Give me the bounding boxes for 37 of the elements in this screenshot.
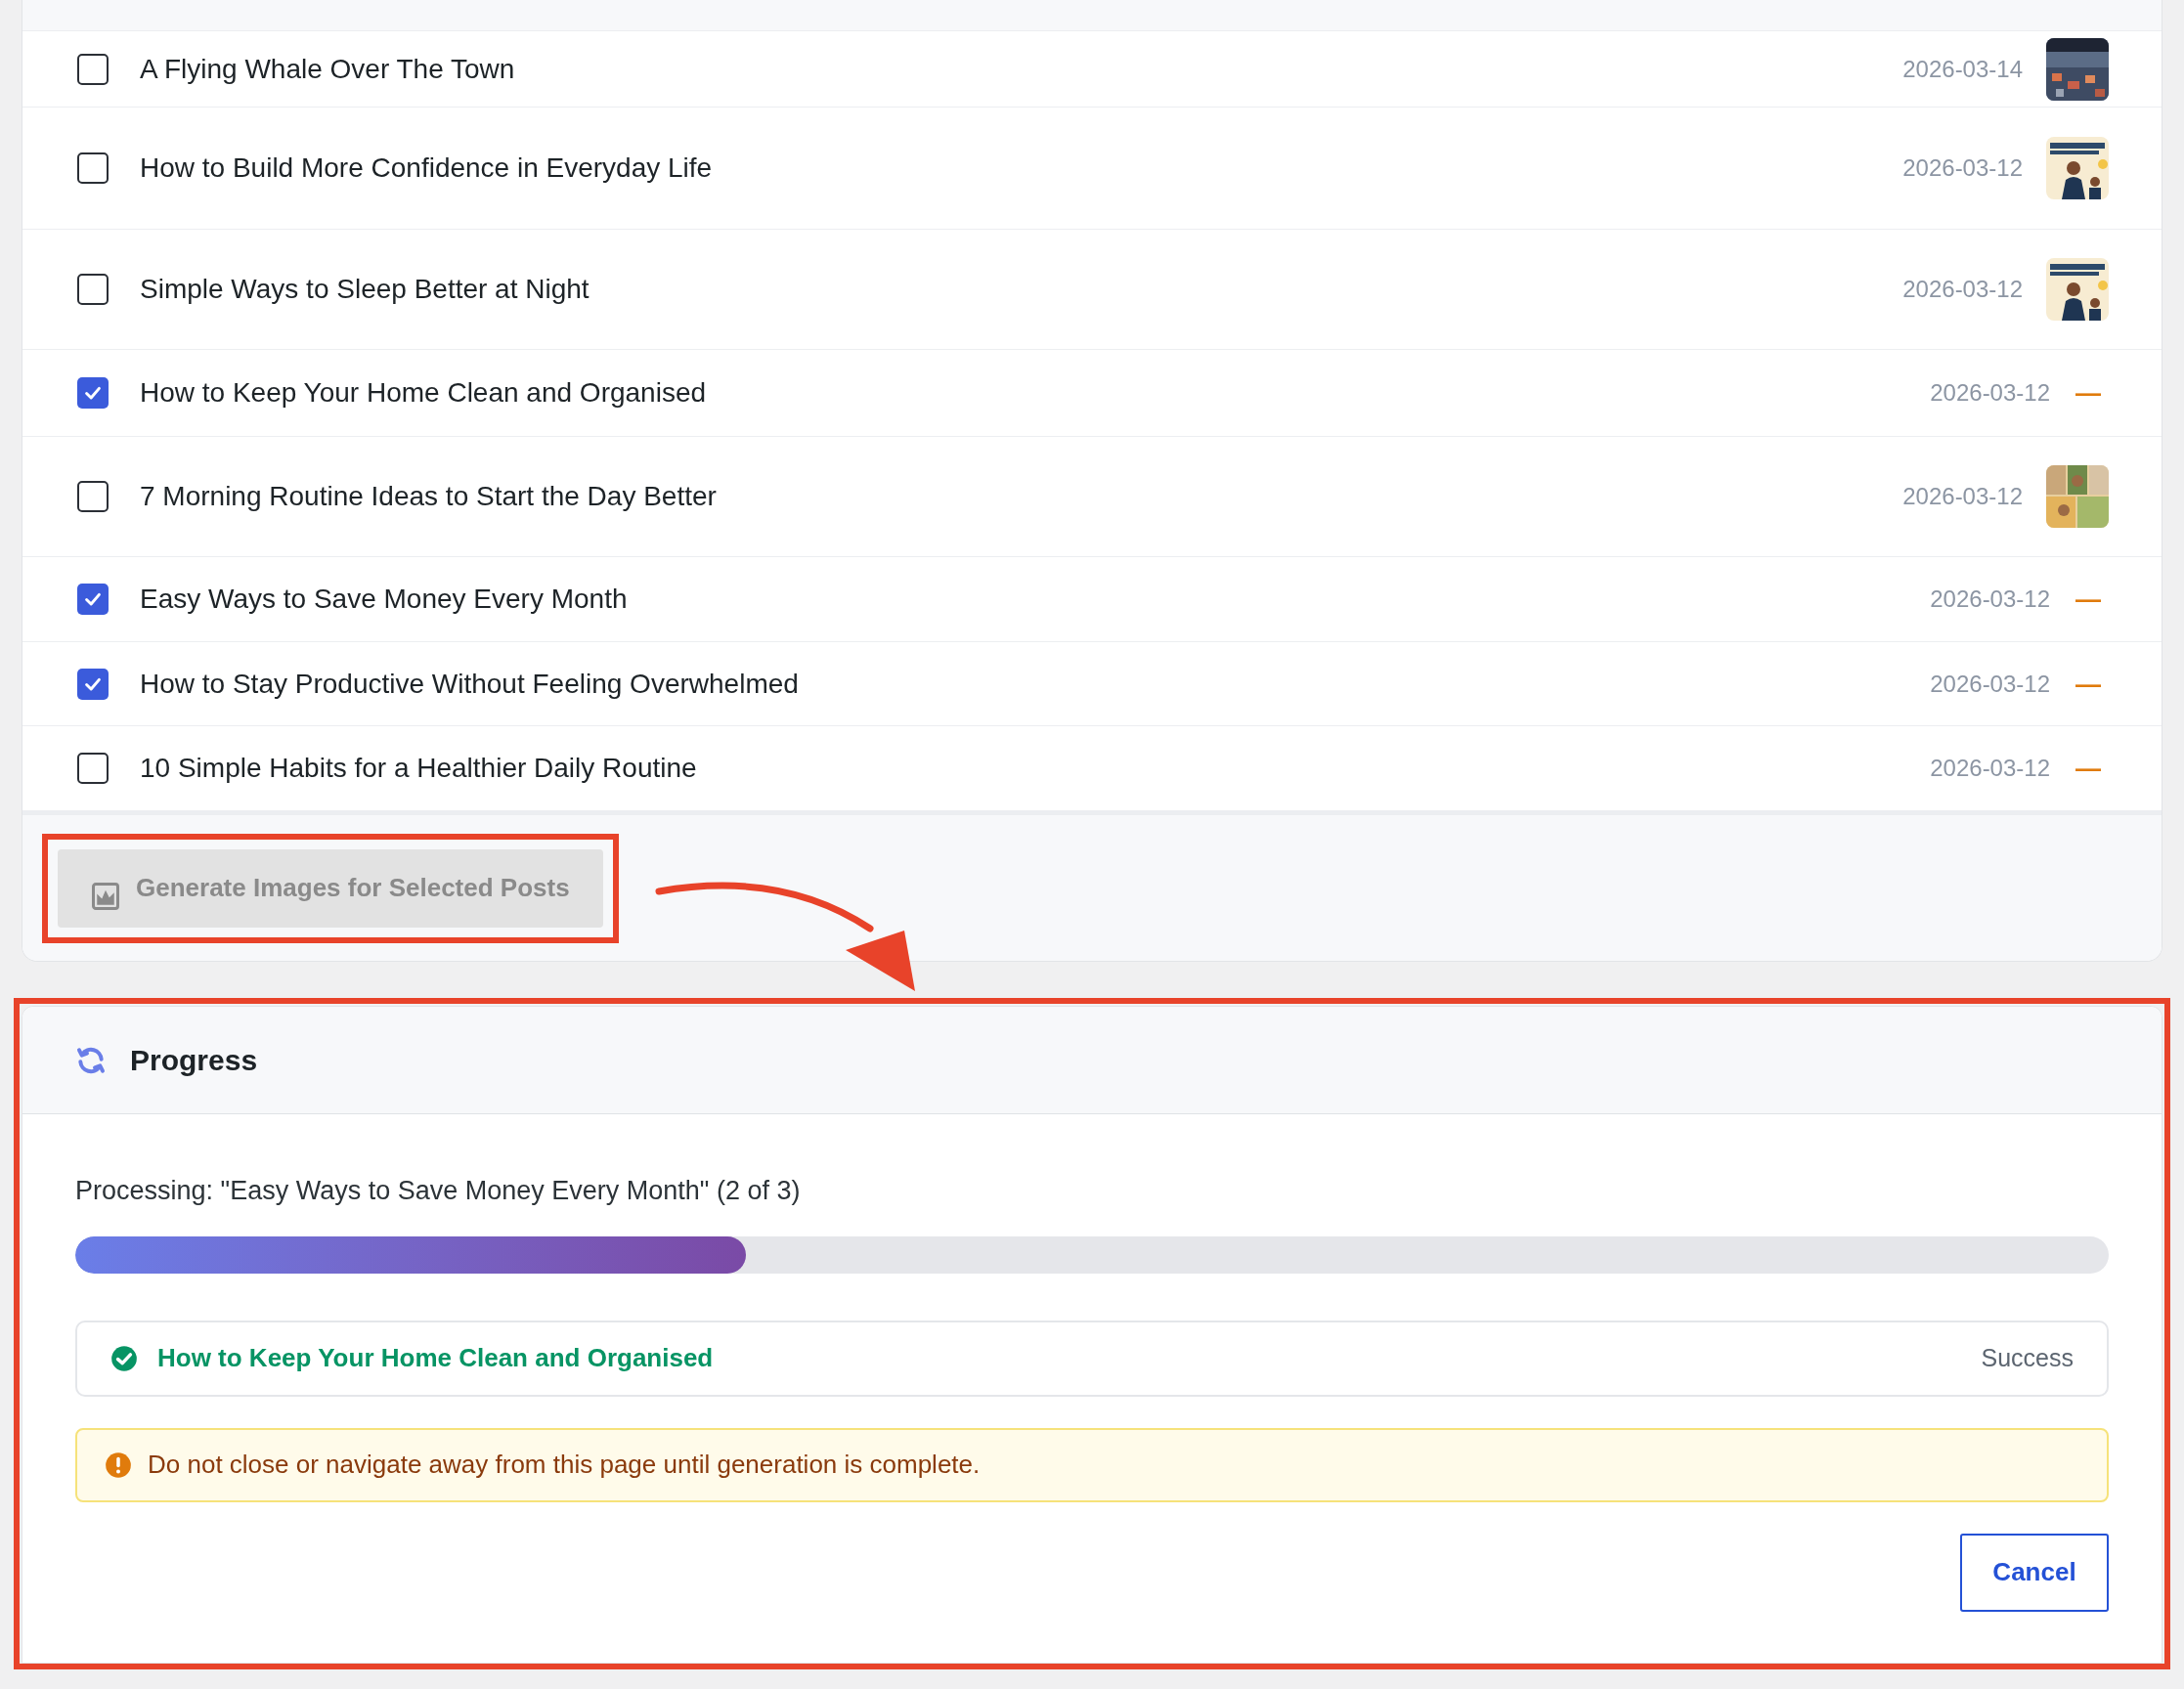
image-icon <box>91 881 120 911</box>
post-date: 2026-03-12 <box>1930 669 2050 699</box>
post-title: 7 Morning Routine Ideas to Start the Day Better <box>140 480 717 513</box>
post-date: 2026-03-12 <box>1902 482 2023 511</box>
no-image-dash: — <box>2075 756 2101 781</box>
checkbox[interactable] <box>77 753 109 784</box>
no-image-dash: — <box>2075 586 2101 612</box>
post-title: Easy Ways to Save Money Every Month <box>140 583 628 616</box>
checkbox[interactable] <box>77 481 109 512</box>
checkbox[interactable] <box>77 584 109 615</box>
no-image-dash: — <box>2075 380 2101 406</box>
post-date: 2026-03-14 <box>1902 54 2023 84</box>
checkbox[interactable] <box>77 152 109 184</box>
no-image-dash: — <box>2075 671 2101 697</box>
progress-title: Progress <box>130 1043 258 1078</box>
post-date: 2026-03-12 <box>1930 585 2050 614</box>
post-title: Simple Ways to Sleep Better at Night <box>140 273 590 306</box>
post-title: How to Stay Productive Without Feeling Overwhelmed <box>140 667 799 701</box>
alert-icon <box>105 1451 132 1479</box>
cancel-button[interactable]: Cancel <box>1960 1533 2109 1612</box>
checkbox[interactable] <box>77 53 109 85</box>
post-date: 2026-03-12 <box>1930 378 2050 408</box>
result-title: How to Keep Your Home Clean and Organised <box>157 1342 714 1374</box>
post-title: How to Build More Confidence in Everyday Life <box>140 152 713 185</box>
post-title: How to Keep Your Home Clean and Organised <box>140 376 707 410</box>
post-date: 2026-03-12 <box>1902 153 2023 183</box>
post-title: A Flying Whale Over The Town <box>140 52 515 86</box>
warning-text: Do not close or navigate away from this page until generation is complete. <box>148 1449 981 1481</box>
checkbox[interactable] <box>77 668 109 700</box>
check-circle-icon <box>110 1344 138 1372</box>
checkbox[interactable] <box>77 377 109 409</box>
checkbox[interactable] <box>77 274 109 305</box>
post-date: 2026-03-12 <box>1930 754 2050 783</box>
result-status: Success <box>1981 1342 2074 1373</box>
processing-status: Processing: "Easy Ways to Save Money Every Month" (2 of 3) <box>75 1175 802 1207</box>
post-title: 10 Simple Habits for a Healthier Daily Routine <box>140 752 697 785</box>
post-date: 2026-03-12 <box>1902 275 2023 304</box>
